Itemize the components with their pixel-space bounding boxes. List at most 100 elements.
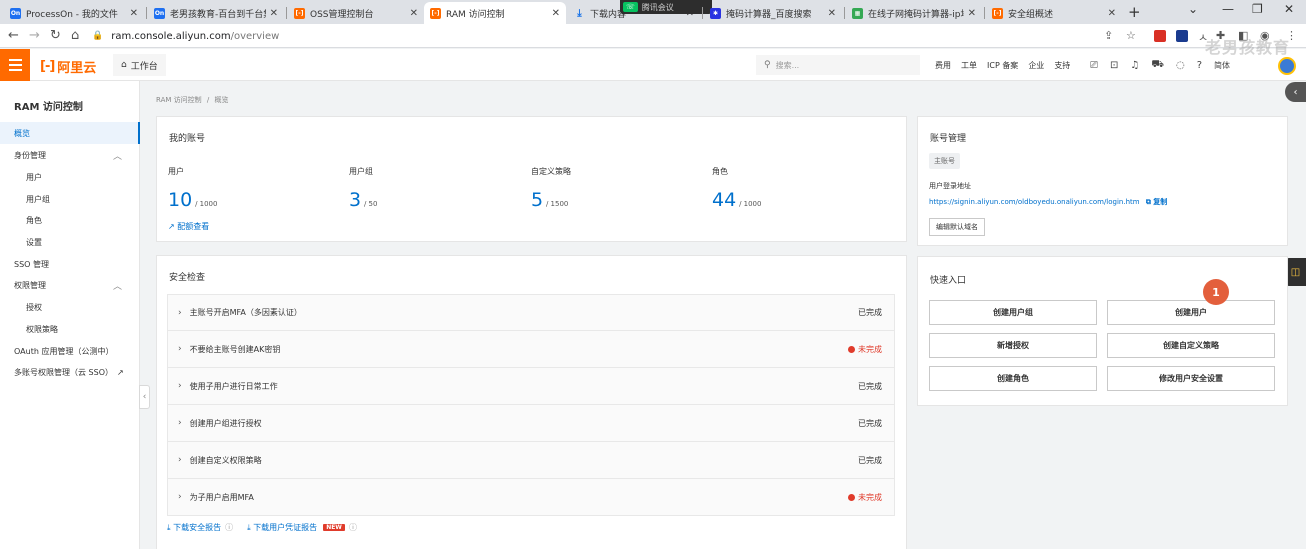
stat-max: / 1500 <box>545 200 569 208</box>
help-icon[interactable]: ? <box>1197 60 1202 71</box>
stat-value[interactable]: 10 <box>168 189 192 211</box>
back-icon[interactable]: ← <box>8 28 19 43</box>
check-label: 主账号开启MFA（多因素认证） <box>189 308 302 317</box>
add-grant-button[interactable]: 新增授权 <box>929 333 1097 358</box>
browser-tab[interactable]: ✱ 掩码计算器_百度搜索 ✕ <box>704 2 842 24</box>
create-custom-policy-button[interactable]: 创建自定义策略 <box>1107 333 1275 358</box>
chevron-right-icon: › <box>178 381 182 391</box>
meeting-badge[interactable]: ☏ 腾讯会议 <box>620 0 712 14</box>
browser-tab[interactable]: On ProcessOn - 我的文件 ✕ <box>4 2 144 24</box>
download-security-report-link[interactable]: ⤓ 下载安全报告 <box>167 522 221 533</box>
close-icon[interactable]: ✕ <box>270 8 278 19</box>
security-check-row[interactable]: › 主账号开启MFA（多因素认证） 已完成 <box>167 294 895 331</box>
lang-switch[interactable]: 简体 <box>1214 60 1230 71</box>
quota-link[interactable]: ↗ 配额查看 <box>168 221 209 232</box>
sidebar-item-label: 用户 <box>26 172 42 182</box>
help-icon[interactable]: ⓘ <box>225 522 233 533</box>
sidebar-item-label: 角色 <box>26 215 42 225</box>
link-support[interactable]: 支持 <box>1054 60 1070 71</box>
sidebar-item-oauth[interactable]: OAuth 应用管理（公测中） <box>0 340 140 362</box>
location-icon[interactable]: ◌ <box>1176 60 1185 71</box>
workbench-label: 工作台 <box>130 61 158 72</box>
browser-tab-active[interactable]: [-] RAM 访问控制 ✕ <box>424 2 566 24</box>
create-group-button[interactable]: 创建用户组 <box>929 300 1097 325</box>
sidebar-item-policies[interactable]: 权限策略 <box>0 318 140 340</box>
user-security-settings-button[interactable]: 修改用户安全设置 <box>1107 366 1275 391</box>
security-check-row[interactable]: › 使用子用户进行日常工作 已完成 <box>167 368 895 405</box>
stat-value[interactable]: 3 <box>349 189 361 211</box>
browser-tab[interactable]: ▦ 在线子网掩码计算器-ip地址 ✕ <box>846 2 982 24</box>
sidebar-item-roles[interactable]: 角色 <box>0 209 140 231</box>
copy-button[interactable]: ⧉ 复制 <box>1146 198 1167 206</box>
assistant-icon[interactable]: ◫ <box>1285 258 1306 286</box>
breadcrumb-item[interactable]: RAM 访问控制 <box>156 96 202 104</box>
link-enterprise[interactable]: 企业 <box>1028 60 1044 71</box>
close-icon[interactable]: ✕ <box>130 8 138 19</box>
maximize-button[interactable]: ❐ <box>1252 2 1263 16</box>
security-check-row[interactable]: › 为子用户启用MFA 未完成 <box>167 479 895 516</box>
close-icon[interactable]: ✕ <box>968 8 976 19</box>
bell-icon[interactable]: ♫ <box>1130 60 1139 71</box>
browser-tab[interactable]: On 老男孩教育-百台到千台集群 ✕ <box>148 2 284 24</box>
close-icon[interactable]: ✕ <box>552 8 560 19</box>
workbench-button[interactable]: ⌂ 工作台 <box>113 54 166 76</box>
close-window-button[interactable]: ✕ <box>1284 2 1294 16</box>
sidebar-collapse-button[interactable]: ‹ <box>139 385 150 409</box>
cloud-shell-icon[interactable]: ⎚ <box>1090 60 1098 71</box>
minimize-button[interactable]: — <box>1222 2 1234 16</box>
check-label: 创建用户组进行授权 <box>189 418 262 428</box>
link-fees[interactable]: 费用 <box>935 60 951 71</box>
close-icon[interactable]: ✕ <box>828 8 836 19</box>
sidebar-item-settings[interactable]: 设置 <box>0 231 140 253</box>
stat-value[interactable]: 44 <box>712 189 736 211</box>
sidebar-item-identity[interactable]: 身份管理 ︿ <box>0 144 140 166</box>
search-input[interactable]: ⚲ 搜索... <box>756 55 920 75</box>
home-icon[interactable]: ⌂ <box>71 28 79 43</box>
stat-label: 角色 <box>712 167 728 176</box>
cart-icon[interactable]: ⛟ <box>1151 59 1164 72</box>
new-badge: NEW <box>323 524 345 531</box>
sidebar-item-permissions[interactable]: 权限管理 ︿ <box>0 274 140 296</box>
chevron-left-icon[interactable]: ‹ <box>1285 82 1306 102</box>
browser-tab[interactable]: [-] 安全组概述 ✕ <box>986 2 1122 24</box>
stat-value[interactable]: 5 <box>531 189 543 211</box>
sidebar-item-sso[interactable]: SSO 管理 <box>0 253 140 275</box>
create-user-button[interactable]: 创建用户 <box>1107 300 1275 325</box>
forward-icon[interactable]: → <box>29 28 40 43</box>
sidebar-item-grants[interactable]: 授权 <box>0 296 140 318</box>
help-icon[interactable]: ⓘ <box>349 522 357 533</box>
security-check-row[interactable]: › 不要给主账号创建AK密钥 未完成 <box>167 331 895 368</box>
link-tickets[interactable]: 工单 <box>961 60 977 71</box>
bookmark-star-icon[interactable]: ☆ <box>1126 29 1136 42</box>
menu-icon[interactable] <box>0 49 30 81</box>
tab-search-icon[interactable]: ⌄ <box>1188 2 1198 16</box>
sidebar-item-overview[interactable]: 概览 <box>0 122 140 144</box>
avatar[interactable] <box>1278 57 1296 75</box>
aliyun-logo[interactable]: [-] 阿里云 <box>40 57 96 76</box>
login-url-text[interactable]: https://signin.aliyun.com/oldboyedu.onal… <box>929 198 1140 206</box>
sidebar-item-groups[interactable]: 用户组 <box>0 188 140 210</box>
console-topbar: [-] 阿里云 ⌂ 工作台 ⚲ 搜索... 费用 工单 ICP 备案 企业 支持… <box>0 49 1306 81</box>
reload-icon[interactable]: ↻ <box>50 28 61 43</box>
sidebar-item-cloud-sso[interactable]: 多账号权限管理（云 SSO） ↗ <box>0 361 140 383</box>
login-url-label: 用户登录地址 <box>929 182 971 190</box>
close-icon[interactable]: ✕ <box>1108 8 1116 19</box>
tab-divider <box>146 7 147 19</box>
sidebar-item-users[interactable]: 用户 <box>0 166 140 188</box>
new-tab-button[interactable]: + <box>1128 3 1141 21</box>
share-icon[interactable]: ⇪ <box>1104 29 1113 42</box>
link-icp[interactable]: ICP 备案 <box>987 60 1018 71</box>
create-role-button[interactable]: 创建角色 <box>929 366 1097 391</box>
sidebar-item-label: 授权 <box>26 302 42 312</box>
security-check-row[interactable]: › 创建自定义权限策略 已完成 <box>167 442 895 479</box>
close-icon[interactable]: ✕ <box>410 8 418 19</box>
download-credential-report-link[interactable]: ⤓ 下载用户凭证报告 <box>247 522 317 533</box>
extension-icon[interactable] <box>1154 30 1166 42</box>
edit-default-domain-button[interactable]: 编辑默认域名 <box>929 218 985 236</box>
address-bar[interactable]: 🔒 ram.console.aliyun.com/overview <box>92 27 1112 45</box>
security-check-row[interactable]: › 创建用户组进行授权 已完成 <box>167 405 895 442</box>
extension-icon[interactable] <box>1176 30 1188 42</box>
browser-tab[interactable]: [-] OSS管理控制台 ✕ <box>288 2 424 24</box>
sidebar-item-label: 多账号权限管理（云 SSO） <box>14 367 113 377</box>
terminal-icon[interactable]: ⊡ <box>1110 60 1118 71</box>
